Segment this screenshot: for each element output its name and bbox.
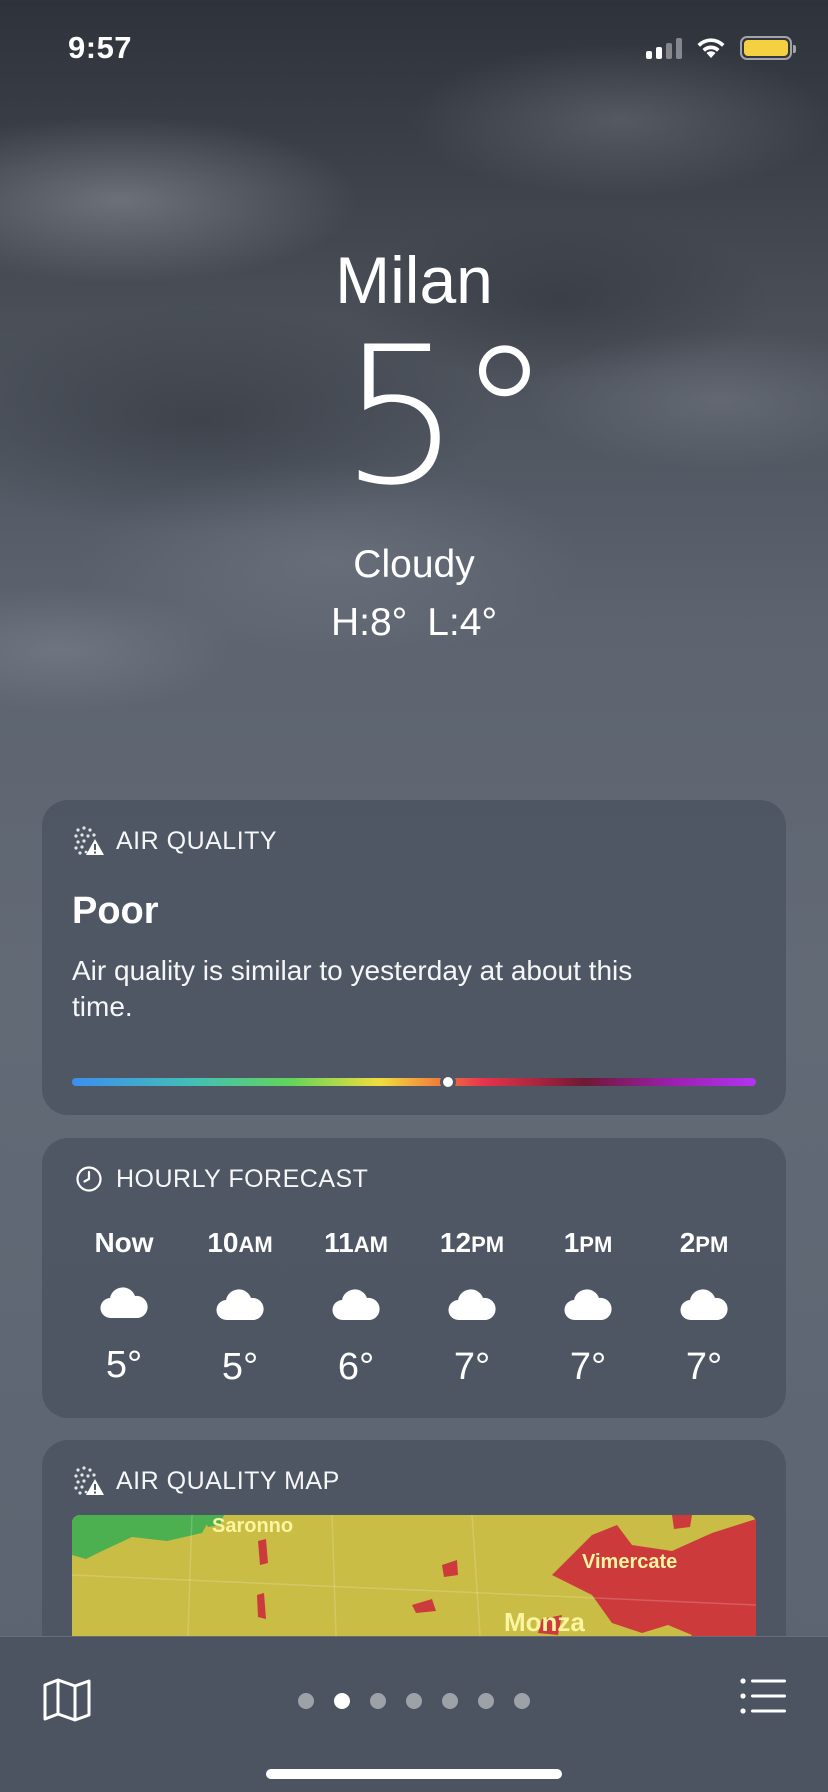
page-dot[interactable] [514, 1693, 530, 1709]
list-icon [740, 1678, 786, 1714]
hour-label: 2PM [679, 1227, 729, 1258]
hourly-item: 11AM 6° [306, 1226, 406, 1389]
status-bar: 9:57 [0, 0, 828, 100]
hour-temperature: 7° [453, 1346, 491, 1388]
hour-label: 1PM [563, 1227, 613, 1258]
status-icons [646, 36, 796, 60]
hourly-item: 12PM 7° [422, 1226, 522, 1389]
hour-label: 11AM [324, 1227, 388, 1258]
air-quality-indicator [440, 1074, 457, 1090]
air-quality-scale [72, 1074, 756, 1090]
cloud-icon [331, 1288, 381, 1328]
air-quality-level: Poor [72, 890, 159, 932]
air-quality-warning-icon [72, 824, 106, 858]
cloud-icon [679, 1288, 729, 1328]
page-indicator[interactable] [0, 1693, 828, 1709]
hour-temperature: 7° [569, 1346, 607, 1388]
page-dot[interactable] [442, 1693, 458, 1709]
weather-condition: Cloudy [353, 543, 475, 586]
air-quality-description: Air quality is similar to yesterday at a… [72, 955, 633, 1022]
cloud-icon [447, 1288, 497, 1328]
hourly-item: 1PM 7° [538, 1226, 638, 1389]
home-indicator[interactable] [266, 1769, 562, 1779]
air-quality-map-header: AIR QUALITY MAP [72, 1464, 756, 1498]
air-quality-card[interactable]: AIR QUALITY Poor Air quality is similar … [42, 800, 786, 1115]
hourly-item: 2PM 7° [654, 1226, 754, 1389]
hourly-list: Now 5° 10AM 5° 11AM 6° 12PM 7° 1PM 7° 2PM 7° [72, 1226, 756, 1389]
hourly-item: Now 5° [74, 1226, 174, 1389]
hour-temperature: 7° [685, 1346, 723, 1388]
page-dot[interactable] [370, 1693, 386, 1709]
map-label-saronno: Saronno [212, 1515, 294, 1537]
high-low: H:8° L:4° [0, 600, 828, 646]
city-list-button[interactable] [740, 1677, 786, 1715]
current-weather: Milan 5° Cloudy H:8° L:4° [0, 240, 828, 646]
cloud-icon [99, 1286, 149, 1326]
cellular-signal-icon [646, 37, 682, 59]
air-quality-header: AIR QUALITY [72, 824, 756, 858]
map-label-monza: Monza [504, 1607, 585, 1637]
hourly-forecast-header: HOURLY FORECAST [72, 1162, 756, 1196]
hour-temperature: 5° [105, 1344, 143, 1386]
cloud-icon [215, 1288, 265, 1328]
hour-label: 10AM [207, 1227, 273, 1258]
air-quality-map-title: AIR QUALITY MAP [116, 1466, 340, 1495]
cloud-icon [563, 1288, 613, 1328]
low-temperature: L:4° [427, 601, 498, 644]
hour-temperature: 6° [337, 1346, 375, 1388]
air-quality-title: AIR QUALITY [116, 826, 278, 855]
hour-label: 12PM [439, 1227, 505, 1258]
air-quality-warning-icon [72, 1464, 106, 1498]
map-label-vimercate: Vimercate [582, 1551, 678, 1573]
high-temperature: H:8° [330, 601, 408, 644]
hourly-forecast-title: HOURLY FORECAST [116, 1164, 369, 1193]
page-dot[interactable] [406, 1693, 422, 1709]
clock-icon [72, 1162, 106, 1196]
hour-temperature: 5° [221, 1346, 259, 1388]
hour-label: Now [94, 1227, 154, 1258]
page-dot[interactable] [298, 1693, 314, 1709]
hourly-forecast-card[interactable]: HOURLY FORECAST Now 5° 10AM 5° 11AM 6° 12PM 7° 1… [42, 1138, 786, 1418]
page-dot[interactable] [478, 1693, 494, 1709]
wifi-icon [697, 38, 725, 58]
battery-icon [740, 36, 796, 60]
battery-level [744, 40, 788, 56]
page-dot[interactable] [334, 1693, 350, 1709]
bottom-toolbar [0, 1636, 828, 1792]
current-temperature: 5° [340, 306, 552, 527]
hourly-item: 10AM 5° [190, 1226, 290, 1389]
status-time: 9:57 [68, 30, 133, 65]
